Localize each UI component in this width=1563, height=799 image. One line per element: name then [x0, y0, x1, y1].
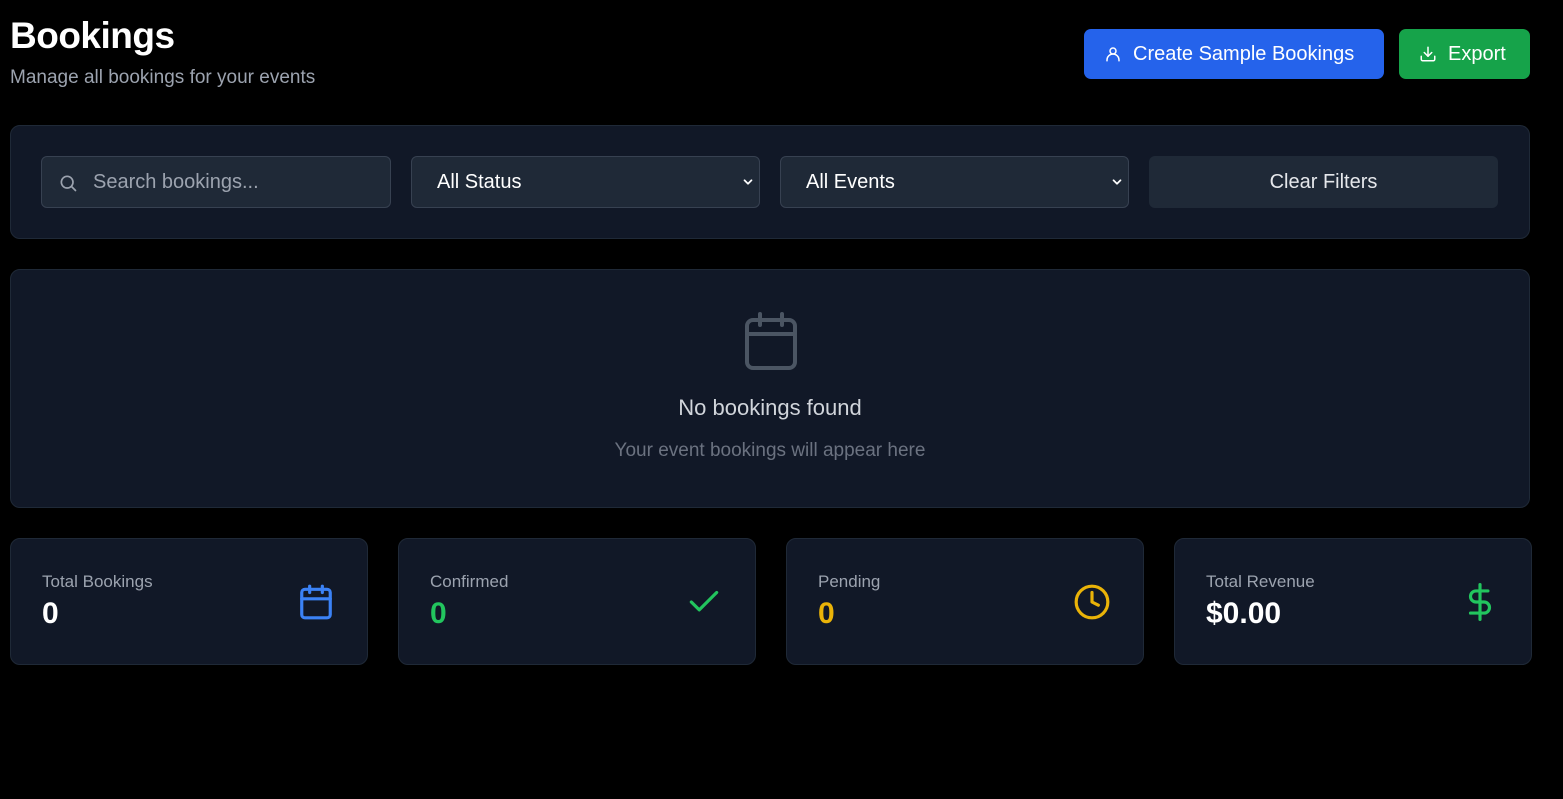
- stat-label: Confirmed: [430, 572, 509, 591]
- stat-card-pending: Pending 0: [786, 538, 1144, 665]
- bookings-page: Bookings Manage all bookings for your ev…: [0, 0, 1563, 799]
- page-title: Bookings: [10, 15, 175, 56]
- events-select-value: All Events: [806, 170, 895, 193]
- page-subtitle: Manage all bookings for your events: [10, 67, 316, 88]
- calendar-icon: [745, 312, 797, 370]
- stat-value: $0.00: [1206, 597, 1282, 630]
- search-input[interactable]: [42, 157, 390, 207]
- events-select[interactable]: All Events: [780, 156, 1129, 208]
- status-select[interactable]: All Status: [411, 156, 760, 208]
- stat-value: 0: [818, 597, 835, 630]
- empty-state-panel: No bookings found Your event bookings wi…: [10, 269, 1530, 508]
- page-header: Bookings Manage all bookings for your ev…: [10, 14, 315, 90]
- export-button[interactable]: Export: [1399, 29, 1530, 79]
- stats-row: Total Bookings 0 Confirmed 0 Pending 0 T…: [10, 538, 1532, 665]
- create-sample-bookings-button[interactable]: Create Sample Bookings: [1084, 29, 1384, 79]
- stat-label: Total Revenue: [1206, 572, 1315, 591]
- chevron-down-icon: [743, 179, 753, 185]
- stat-card-total-bookings: Total Bookings 0: [10, 538, 368, 665]
- download-icon: [1420, 46, 1436, 62]
- empty-state-title: No bookings found: [678, 395, 862, 420]
- header-actions: Create Sample Bookings Export: [1084, 29, 1530, 79]
- empty-state-description: Your event bookings will appear here: [614, 440, 926, 461]
- stat-card-confirmed: Confirmed 0: [398, 538, 756, 665]
- chevron-down-icon: [1112, 179, 1122, 185]
- stat-value: 0: [42, 597, 59, 630]
- clock-icon: [1074, 584, 1110, 620]
- filter-panel: All Status All Events Clear Filters: [10, 125, 1530, 239]
- clear-filters-button[interactable]: Clear Filters: [1149, 156, 1498, 208]
- dollar-icon: [1468, 583, 1491, 621]
- stat-value: 0: [430, 597, 447, 630]
- search-box: [41, 156, 391, 208]
- stat-card-total-revenue: Total Revenue $0.00: [1174, 538, 1532, 665]
- calendar-icon: [300, 584, 332, 620]
- status-select-value: All Status: [437, 170, 522, 193]
- stat-label: Pending: [818, 572, 881, 591]
- create-sample-bookings-label: Create Sample Bookings: [1133, 42, 1355, 65]
- search-icon: [60, 175, 77, 192]
- export-label: Export: [1448, 42, 1506, 65]
- stat-label: Total Bookings: [42, 572, 153, 591]
- check-icon: [689, 590, 719, 612]
- user-icon: [1106, 47, 1120, 62]
